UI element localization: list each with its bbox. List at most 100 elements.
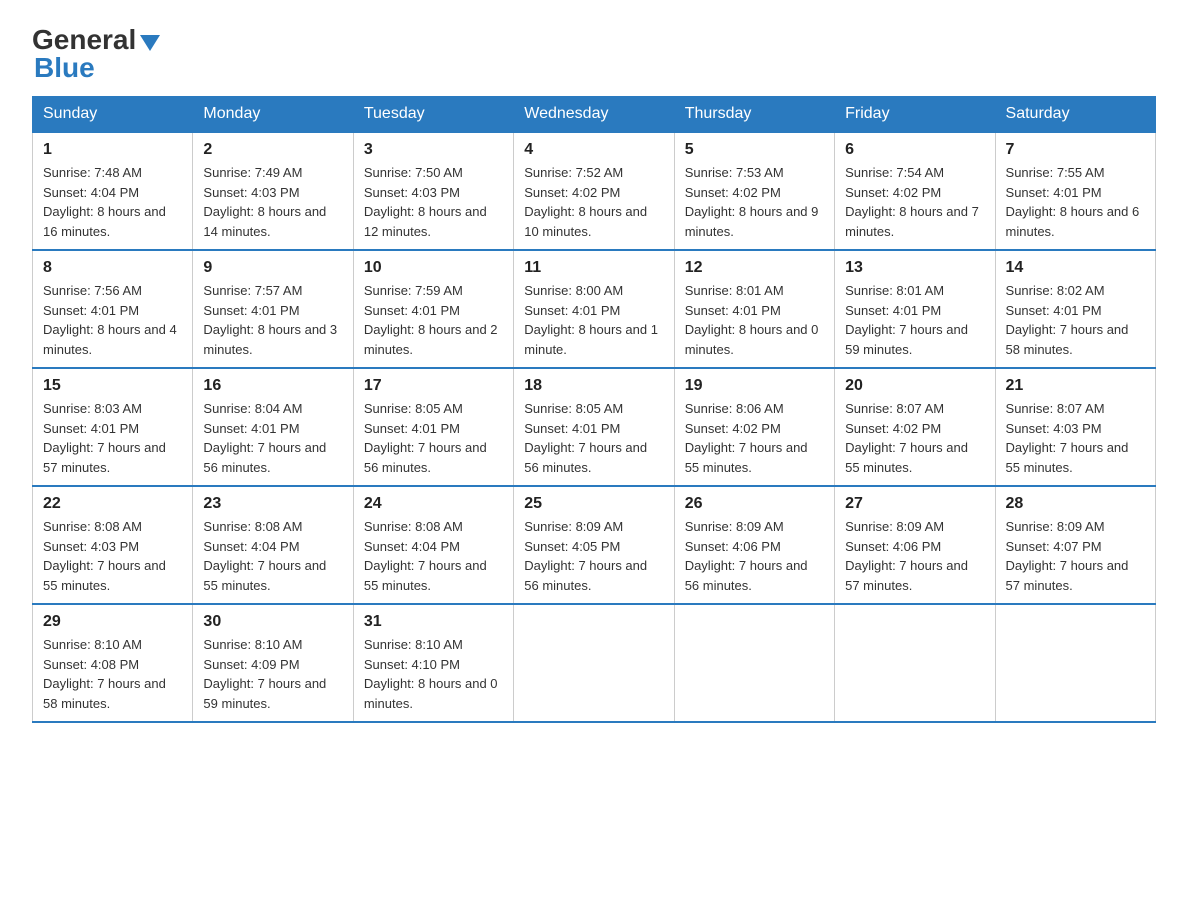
day-info: Sunrise: 8:10 AMSunset: 4:10 PMDaylight:…	[364, 635, 503, 713]
calendar-week-row: 22 Sunrise: 8:08 AMSunset: 4:03 PMDayligh…	[33, 486, 1156, 604]
day-info: Sunrise: 8:09 AMSunset: 4:07 PMDaylight:…	[1006, 517, 1145, 595]
day-info: Sunrise: 7:52 AMSunset: 4:02 PMDaylight:…	[524, 163, 663, 241]
calendar-cell: 28 Sunrise: 8:09 AMSunset: 4:07 PMDayligh…	[995, 486, 1155, 604]
calendar-cell: 1Sunrise: 7:48 AMSunset: 4:04 PMDaylight…	[33, 132, 193, 250]
calendar-cell: 17 Sunrise: 8:05 AMSunset: 4:01 PMDayligh…	[353, 368, 513, 486]
calendar-cell: 10Sunrise: 7:59 AMSunset: 4:01 PMDayligh…	[353, 250, 513, 368]
calendar-cell: 30 Sunrise: 8:10 AMSunset: 4:09 PMDayligh…	[193, 604, 353, 722]
day-number: 6	[845, 141, 984, 159]
column-header-thursday: Thursday	[674, 97, 834, 133]
day-info: Sunrise: 7:53 AMSunset: 4:02 PMDaylight:…	[685, 163, 824, 241]
calendar-cell	[995, 604, 1155, 722]
day-info: Sunrise: 7:57 AMSunset: 4:01 PMDaylight:…	[203, 281, 342, 359]
day-number: 11	[524, 259, 663, 277]
day-info: Sunrise: 8:00 AMSunset: 4:01 PMDaylight:…	[524, 281, 663, 359]
day-number: 24	[364, 495, 503, 513]
day-number: 15	[43, 377, 182, 395]
day-number: 1	[43, 141, 182, 159]
day-info: Sunrise: 8:09 AMSunset: 4:06 PMDaylight:…	[685, 517, 824, 595]
calendar-cell: 3 Sunrise: 7:50 AMSunset: 4:03 PMDaylight…	[353, 132, 513, 250]
calendar-header-row: SundayMondayTuesdayWednesdayThursdayFrid…	[33, 97, 1156, 133]
calendar-cell: 15 Sunrise: 8:03 AMSunset: 4:01 PMDayligh…	[33, 368, 193, 486]
day-number: 22	[43, 495, 182, 513]
calendar-cell: 9 Sunrise: 7:57 AMSunset: 4:01 PMDaylight…	[193, 250, 353, 368]
day-number: 21	[1006, 377, 1145, 395]
calendar-cell: 16 Sunrise: 8:04 AMSunset: 4:01 PMDayligh…	[193, 368, 353, 486]
calendar-cell	[514, 604, 674, 722]
day-info: Sunrise: 7:55 AMSunset: 4:01 PMDaylight:…	[1006, 163, 1145, 241]
calendar-cell: 18 Sunrise: 8:05 AMSunset: 4:01 PMDayligh…	[514, 368, 674, 486]
day-info: Sunrise: 8:06 AMSunset: 4:02 PMDaylight:…	[685, 399, 824, 477]
calendar-cell: 27 Sunrise: 8:09 AMSunset: 4:06 PMDayligh…	[835, 486, 995, 604]
day-number: 27	[845, 495, 984, 513]
day-number: 9	[203, 259, 342, 277]
day-number: 28	[1006, 495, 1145, 513]
logo: General Blue	[32, 24, 160, 84]
calendar-table: SundayMondayTuesdayWednesdayThursdayFrid…	[32, 96, 1156, 723]
calendar-cell	[674, 604, 834, 722]
day-number: 4	[524, 141, 663, 159]
column-header-saturday: Saturday	[995, 97, 1155, 133]
day-info: Sunrise: 8:10 AMSunset: 4:09 PMDaylight:…	[203, 635, 342, 713]
day-number: 16	[203, 377, 342, 395]
day-info: Sunrise: 7:49 AMSunset: 4:03 PMDaylight:…	[203, 163, 342, 241]
day-number: 25	[524, 495, 663, 513]
day-info: Sunrise: 8:04 AMSunset: 4:01 PMDaylight:…	[203, 399, 342, 477]
day-info: Sunrise: 8:03 AMSunset: 4:01 PMDaylight:…	[43, 399, 182, 477]
day-number: 23	[203, 495, 342, 513]
day-info: Sunrise: 8:05 AMSunset: 4:01 PMDaylight:…	[364, 399, 503, 477]
calendar-cell: 8Sunrise: 7:56 AMSunset: 4:01 PMDaylight…	[33, 250, 193, 368]
calendar-week-row: 1Sunrise: 7:48 AMSunset: 4:04 PMDaylight…	[33, 132, 1156, 250]
column-header-sunday: Sunday	[33, 97, 193, 133]
calendar-cell: 14 Sunrise: 8:02 AMSunset: 4:01 PMDayligh…	[995, 250, 1155, 368]
day-info: Sunrise: 7:50 AMSunset: 4:03 PMDaylight:…	[364, 163, 503, 241]
page-header: General Blue	[32, 24, 1156, 84]
calendar-week-row: 8Sunrise: 7:56 AMSunset: 4:01 PMDaylight…	[33, 250, 1156, 368]
calendar-cell: 11 Sunrise: 8:00 AMSunset: 4:01 PMDayligh…	[514, 250, 674, 368]
day-info: Sunrise: 8:01 AMSunset: 4:01 PMDaylight:…	[845, 281, 984, 359]
calendar-cell: 29 Sunrise: 8:10 AMSunset: 4:08 PMDayligh…	[33, 604, 193, 722]
day-number: 7	[1006, 141, 1145, 159]
day-number: 30	[203, 613, 342, 631]
day-number: 3	[364, 141, 503, 159]
calendar-cell: 19 Sunrise: 8:06 AMSunset: 4:02 PMDayligh…	[674, 368, 834, 486]
day-number: 13	[845, 259, 984, 277]
day-info: Sunrise: 8:08 AMSunset: 4:04 PMDaylight:…	[364, 517, 503, 595]
day-number: 17	[364, 377, 503, 395]
day-number: 2	[203, 141, 342, 159]
day-info: Sunrise: 8:09 AMSunset: 4:05 PMDaylight:…	[524, 517, 663, 595]
day-number: 8	[43, 259, 182, 277]
day-info: Sunrise: 8:02 AMSunset: 4:01 PMDaylight:…	[1006, 281, 1145, 359]
day-number: 14	[1006, 259, 1145, 277]
column-header-tuesday: Tuesday	[353, 97, 513, 133]
day-number: 31	[364, 613, 503, 631]
calendar-week-row: 29 Sunrise: 8:10 AMSunset: 4:08 PMDayligh…	[33, 604, 1156, 722]
calendar-cell: 31 Sunrise: 8:10 AMSunset: 4:10 PMDayligh…	[353, 604, 513, 722]
column-header-friday: Friday	[835, 97, 995, 133]
calendar-cell: 22 Sunrise: 8:08 AMSunset: 4:03 PMDayligh…	[33, 486, 193, 604]
day-info: Sunrise: 8:05 AMSunset: 4:01 PMDaylight:…	[524, 399, 663, 477]
logo-blue-text: Blue	[34, 52, 95, 83]
day-number: 29	[43, 613, 182, 631]
day-info: Sunrise: 8:08 AMSunset: 4:03 PMDaylight:…	[43, 517, 182, 595]
day-number: 18	[524, 377, 663, 395]
day-number: 10	[364, 259, 503, 277]
day-info: Sunrise: 8:01 AMSunset: 4:01 PMDaylight:…	[685, 281, 824, 359]
column-header-monday: Monday	[193, 97, 353, 133]
day-number: 19	[685, 377, 824, 395]
calendar-cell	[835, 604, 995, 722]
day-info: Sunrise: 8:10 AMSunset: 4:08 PMDaylight:…	[43, 635, 182, 713]
calendar-cell: 26 Sunrise: 8:09 AMSunset: 4:06 PMDayligh…	[674, 486, 834, 604]
calendar-cell: 4 Sunrise: 7:52 AMSunset: 4:02 PMDaylight…	[514, 132, 674, 250]
calendar-cell: 2 Sunrise: 7:49 AMSunset: 4:03 PMDaylight…	[193, 132, 353, 250]
calendar-cell: 25 Sunrise: 8:09 AMSunset: 4:05 PMDayligh…	[514, 486, 674, 604]
calendar-cell: 21 Sunrise: 8:07 AMSunset: 4:03 PMDayligh…	[995, 368, 1155, 486]
day-number: 20	[845, 377, 984, 395]
calendar-cell: 20Sunrise: 8:07 AMSunset: 4:02 PMDayligh…	[835, 368, 995, 486]
calendar-week-row: 15 Sunrise: 8:03 AMSunset: 4:01 PMDayligh…	[33, 368, 1156, 486]
logo-arrow-icon	[140, 35, 160, 51]
day-number: 26	[685, 495, 824, 513]
day-info: Sunrise: 8:09 AMSunset: 4:06 PMDaylight:…	[845, 517, 984, 595]
day-info: Sunrise: 8:07 AMSunset: 4:03 PMDaylight:…	[1006, 399, 1145, 477]
calendar-cell: 5Sunrise: 7:53 AMSunset: 4:02 PMDaylight…	[674, 132, 834, 250]
